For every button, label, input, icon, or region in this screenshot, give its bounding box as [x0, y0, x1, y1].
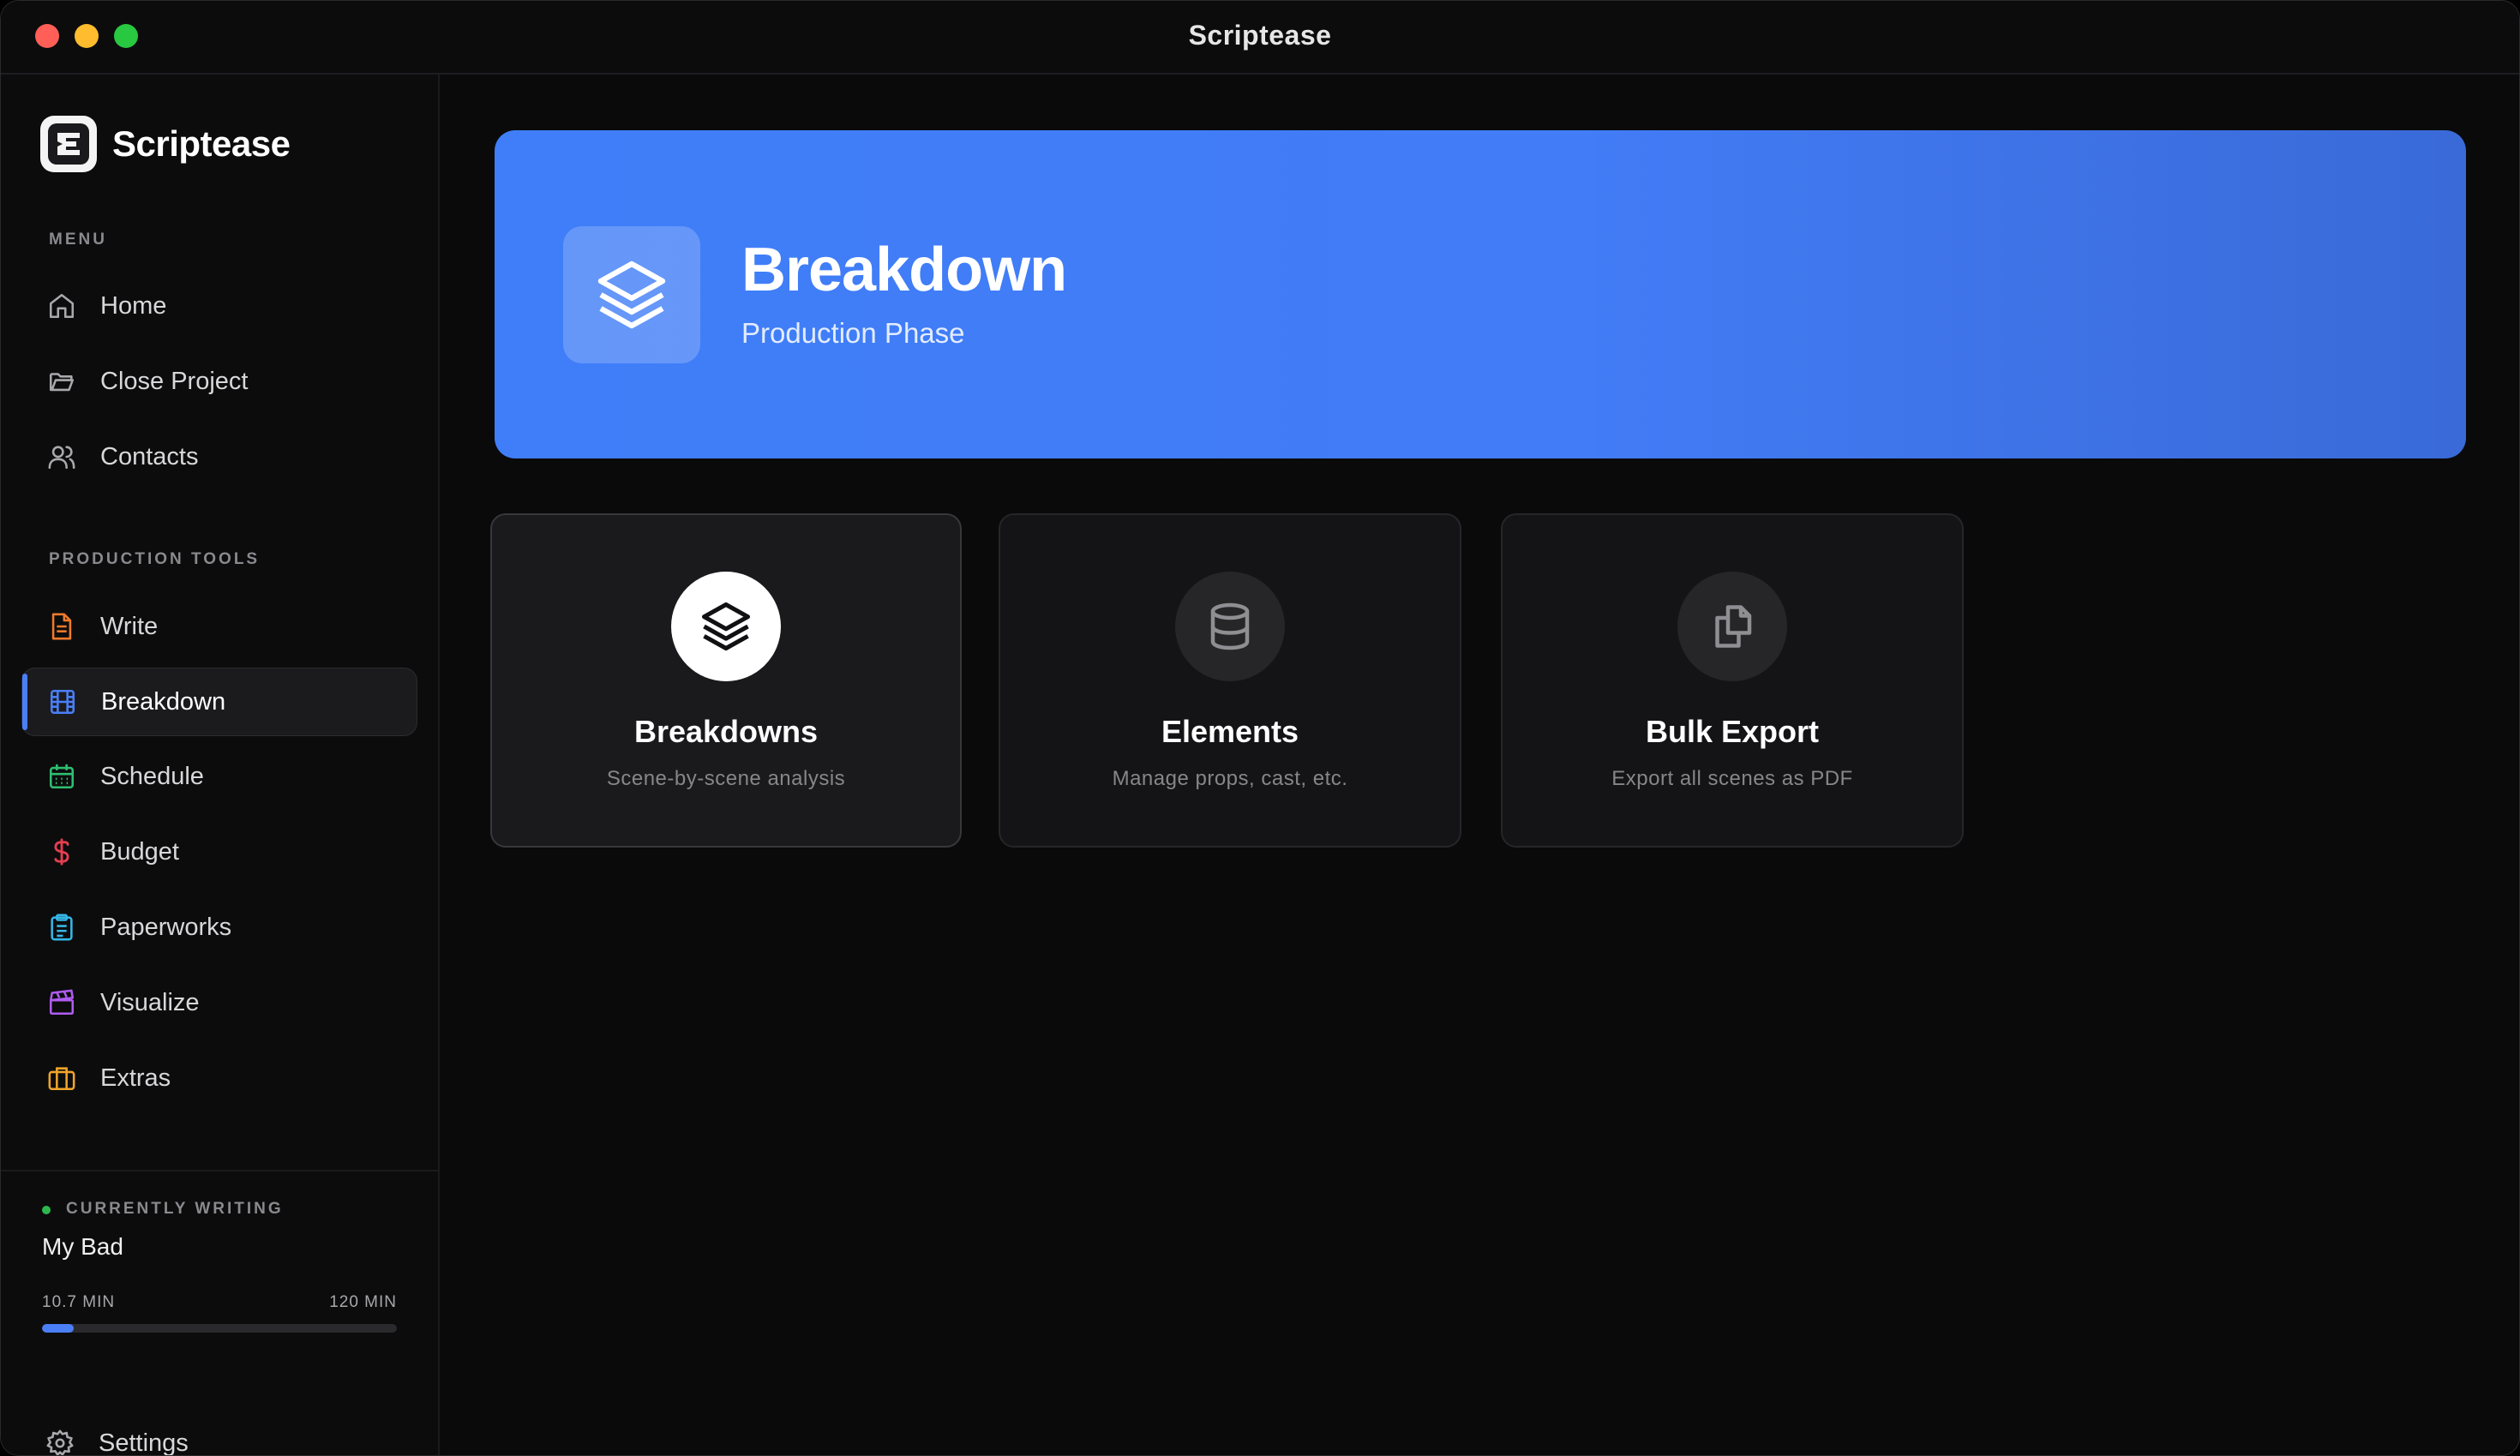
dollar-icon: [54, 838, 69, 866]
sidebar-item-label: Visualize: [100, 988, 200, 1016]
users-icon: [48, 446, 75, 470]
sidebar-item-label: Write: [100, 612, 159, 640]
sidebar-item-paperworks[interactable]: Paperworks: [21, 894, 416, 961]
window-title: Scriptease: [1188, 20, 1332, 51]
sidebar-item-close-project[interactable]: Close Project: [21, 348, 416, 415]
sidebar-item-visualize[interactable]: Visualize: [21, 969, 416, 1036]
page-subtitle: Production Phase: [741, 317, 965, 349]
current-runtime: 10.7 MIN: [42, 1293, 116, 1311]
current-script-title: My Bad: [42, 1233, 123, 1260]
database-icon: [1175, 572, 1285, 681]
card-title: Breakdowns: [633, 714, 819, 749]
sidebar-item-label: Close Project: [100, 367, 249, 395]
hero-banner: Breakdown Production Phase: [495, 130, 2466, 458]
sidebar-item-schedule[interactable]: Schedule: [21, 743, 416, 810]
sidebar-item-extras[interactable]: Extras: [21, 1045, 416, 1111]
sidebar-item-contacts[interactable]: Contacts: [21, 423, 416, 490]
card-description: Manage props, cast, etc.: [1112, 767, 1348, 790]
card-description: Scene-by-scene analysis: [606, 767, 846, 790]
brand-name: Scriptease: [112, 123, 291, 164]
menu-section-label: MENU: [49, 231, 107, 249]
sidebar-item-label: Extras: [100, 1064, 171, 1092]
breakdowns-card[interactable]: Breakdowns Scene-by-scene analysis: [490, 513, 962, 848]
clapperboard-icon: [49, 989, 75, 1016]
target-runtime: 120 MIN: [329, 1293, 397, 1311]
briefcase-icon: [48, 1067, 75, 1091]
sidebar-item-home[interactable]: Home: [21, 273, 416, 339]
settings-button[interactable]: Settings: [45, 1429, 189, 1456]
copy-icon: [1677, 572, 1787, 681]
sidebar-divider: [1, 1170, 438, 1171]
gear-icon: [46, 1429, 74, 1455]
home-icon: [49, 293, 75, 319]
document-icon: [51, 613, 72, 640]
status-dot: [42, 1206, 51, 1214]
app-window: Scriptease Scriptease MENU Home Close Pr…: [0, 0, 2520, 1456]
app-logo-icon: [40, 116, 97, 172]
folder-open-icon: [49, 373, 75, 392]
sidebar-item-write[interactable]: Write: [21, 593, 416, 660]
sidebar-item-label: Paperworks: [100, 913, 232, 941]
card-title: Elements: [1161, 714, 1299, 749]
production-tools-section-label: PRODUCTION TOOLS: [49, 550, 261, 568]
currently-writing-label: CURRENTLY WRITING: [66, 1200, 284, 1218]
sidebar-item-label: Home: [100, 291, 167, 320]
sidebar-item-label: Breakdown: [101, 687, 226, 716]
bulk-export-card[interactable]: Bulk Export Export all scenes as PDF: [1501, 513, 1964, 848]
layers-icon: [563, 226, 700, 363]
sidebar-item-breakdown[interactable]: Breakdown: [21, 668, 417, 736]
runtime-progress-fill: [42, 1324, 74, 1333]
layers-icon: [671, 572, 781, 681]
sidebar-item-label: Schedule: [100, 762, 204, 790]
card-description: Export all scenes as PDF: [1611, 767, 1853, 790]
settings-label: Settings: [99, 1429, 189, 1456]
sidebar-item-label: Contacts: [100, 442, 199, 470]
clipboard-icon: [51, 914, 73, 941]
page-title: Breakdown: [741, 236, 1067, 304]
sidebar: Scriptease MENU Home Close Project Conta…: [1, 75, 440, 1455]
film-icon: [50, 689, 75, 715]
calendar-icon: [49, 764, 75, 789]
elements-card[interactable]: Elements Manage props, cast, etc.: [999, 513, 1461, 848]
brand[interactable]: Scriptease: [40, 116, 291, 172]
runtime-progress-bar: [42, 1324, 397, 1333]
card-title: Bulk Export: [1645, 714, 1820, 749]
sidebar-item-budget[interactable]: Budget: [21, 818, 416, 885]
sidebar-item-label: Budget: [100, 837, 179, 866]
title-bar: Scriptease: [1, 1, 2519, 75]
